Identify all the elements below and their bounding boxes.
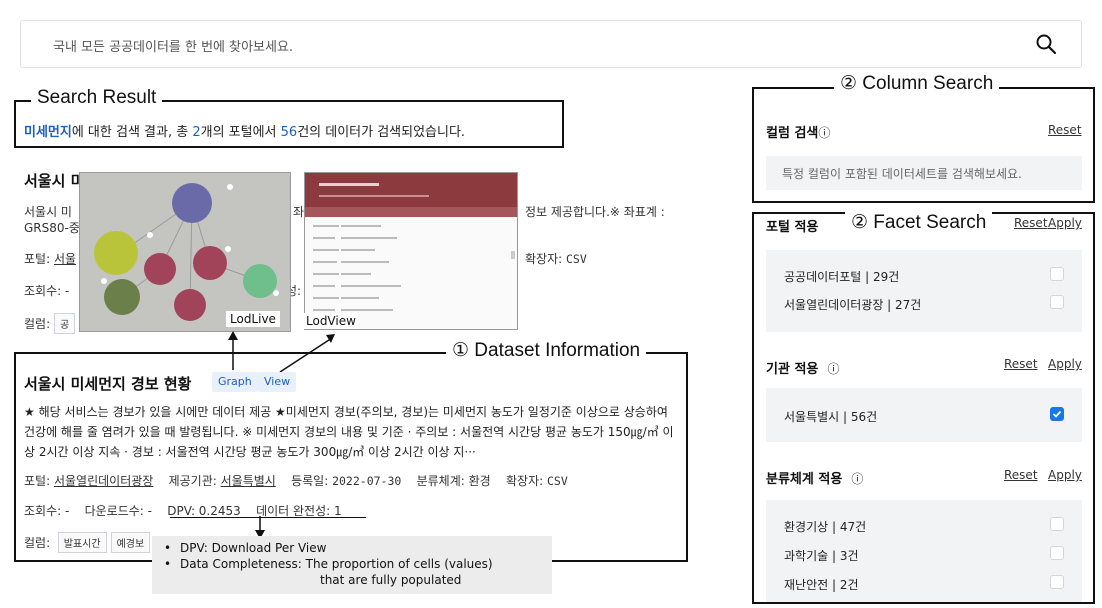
lodview-screenshot xyxy=(304,172,518,330)
dataset-description: 정보 제공합니다.※ 좌표계 : xyxy=(525,205,665,219)
tooltip-completeness-text: that are fully populated xyxy=(320,573,462,587)
facet-option[interactable]: 재난안전 | 2건 xyxy=(784,576,859,593)
facet-option[interactable]: 과학기술 | 3건 xyxy=(784,547,859,564)
category-facet-title-text: 분류체계 적용 xyxy=(766,472,843,487)
portal-facet-title: 포털 적용 xyxy=(766,220,819,235)
search-result-annotation-label: Search Result xyxy=(31,87,163,109)
portal-label: 포털: xyxy=(24,474,54,488)
facet-option[interactable]: 서울특별시 | 56건 xyxy=(784,408,877,425)
category-facet-title: 분류체계 적용 ⓘ xyxy=(766,468,863,487)
column-search-annotation-label: ② Column Search xyxy=(834,73,1000,95)
dataset-columns: 컬럼: 공 xyxy=(24,313,79,334)
facet-checkbox[interactable] xyxy=(1050,295,1064,309)
search-bar[interactable]: 국내 모든 공공데이터를 한 번에 찾아보세요. xyxy=(20,20,1082,68)
lodlive-screenshot xyxy=(79,172,291,332)
date-value: 2022-07-30 xyxy=(332,474,402,488)
lodlive-graph-image xyxy=(94,183,279,321)
graph-tag-button[interactable]: Graph xyxy=(212,372,258,392)
check-icon xyxy=(1052,410,1062,418)
dataset-portal: 포털: 서울 xyxy=(24,250,76,267)
org-facet-title-text: 기관 적용 xyxy=(766,362,819,377)
column-search-title-text: 컬럼 검색 xyxy=(766,126,819,141)
search-input[interactable]: 국내 모든 공공데이터를 한 번에 찾아보세요. xyxy=(53,36,293,55)
lodlive-label: LodLive xyxy=(226,311,280,327)
ext-label: 확장자: xyxy=(505,474,547,488)
category-value: 환경 xyxy=(468,474,491,488)
dataset-meta: 포털: 서울열린데이터광장 제공기관: 서울특별시 등록일: 2022-07-3… xyxy=(24,472,568,489)
result-text: 건의 데이터가 검색되었습니다. xyxy=(297,125,466,140)
facet-option[interactable]: 공공데이터포털 | 29건 xyxy=(784,268,899,285)
completeness-value: 데이터 완전성: 1 xyxy=(256,504,342,518)
facet-checkbox[interactable] xyxy=(1050,575,1064,589)
columns-label: 컬럼: xyxy=(24,317,51,331)
org-facet-title: 기관 적용 ⓘ xyxy=(766,358,839,377)
tooltip-completeness: Data Completeness: The proportion of cel… xyxy=(164,556,552,588)
facet-option[interactable]: 환경기상 | 47건 xyxy=(784,518,866,535)
portal-link[interactable]: 서울열린데이터광장 xyxy=(54,474,153,488)
date-label: 등록일: xyxy=(291,474,333,488)
lodview-table-image xyxy=(313,183,515,311)
stats-underline xyxy=(170,517,366,518)
info-icon[interactable]: ⓘ xyxy=(818,126,830,140)
category-reset-button[interactable]: Reset xyxy=(1004,468,1038,482)
dataset-description: 서울시 미 xyxy=(24,205,72,219)
portal-count: 2 xyxy=(192,125,201,140)
column-chip[interactable]: 발표시간 xyxy=(57,532,107,553)
dataset-description: 좌 xyxy=(293,205,305,219)
portal-reset-button[interactable]: Reset xyxy=(1014,216,1048,230)
org-link[interactable]: 서울특별시 xyxy=(221,474,276,488)
info-icon[interactable]: ⓘ xyxy=(827,362,839,376)
facet-checkbox[interactable] xyxy=(1050,517,1064,531)
data-count: 56 xyxy=(280,125,298,140)
result-summary: 미세먼지에 대한 검색 결과, 총 2개의 포털에서 56건의 데이터가 검색되… xyxy=(24,121,465,140)
search-icon[interactable] xyxy=(1035,33,1057,55)
dataset-extension: 확장자: CSV xyxy=(525,250,587,267)
dataset-description: GRS80-중 xyxy=(24,221,80,235)
org-label: 제공기관: xyxy=(168,474,221,488)
ext-label: 확장자: xyxy=(525,252,566,266)
column-search-placeholder: 특정 컬럼이 포함된 데이터세트를 검색해보세요. xyxy=(782,167,1022,181)
org-reset-button[interactable]: Reset xyxy=(1004,357,1038,371)
dataset-description: ★ 해당 서비스는 경보가 있을 시에만 데이터 제공 ★미세먼지 경보(주의보… xyxy=(24,402,704,462)
download-count: 다운로드수: - xyxy=(84,504,152,518)
facet-checkbox[interactable] xyxy=(1050,546,1064,560)
view-tag-button[interactable]: View xyxy=(258,372,297,392)
dataset-title[interactable]: 서울시 미 xyxy=(24,170,84,191)
facet-option[interactable]: 서울열린데이터광장 | 27건 xyxy=(784,296,921,313)
view-count: 조회수: - xyxy=(24,504,70,518)
ext-value: CSV xyxy=(565,252,587,266)
description-line: 건강에 해를 줄 염려가 있을 때 발령됩니다. ※ 미세먼지 경보의 내용 및… xyxy=(24,425,674,439)
facet-checkbox-checked[interactable] xyxy=(1050,407,1064,421)
dataset-columns: 컬럼: 발표시간 예경보 xyxy=(24,532,154,553)
portal-facet-list xyxy=(766,250,1082,332)
portal-link[interactable]: 서울 xyxy=(54,252,76,266)
tooltip-completeness-text: Data Completeness: The proportion of cel… xyxy=(180,557,493,571)
portal-apply-button[interactable]: Apply xyxy=(1048,216,1082,230)
tooltip-dpv: DPV: Download Per View xyxy=(164,540,552,556)
column-chip[interactable]: 예경보 xyxy=(110,532,151,553)
category-label: 분류체계: xyxy=(416,474,469,488)
portal-label: 포털: xyxy=(24,252,54,266)
column-reset-button[interactable]: Reset xyxy=(1048,123,1082,137)
dataset-title[interactable]: 서울시 미세먼지 경보 현황 xyxy=(24,373,191,394)
metric-tooltip: DPV: Download Per View Data Completeness… xyxy=(152,536,552,594)
org-apply-button[interactable]: Apply xyxy=(1048,357,1082,371)
lodview-label: LodView xyxy=(302,313,360,329)
description-line: 상 2시간 이상 지속 · 경보 : 서울전역 시간당 평균 농도가 300㎍/… xyxy=(24,445,476,459)
facet-search-annotation-label: ② Facet Search xyxy=(845,212,993,234)
ext-value: CSV xyxy=(546,474,568,488)
result-text: 에 대한 검색 결과, 총 xyxy=(71,125,193,140)
column-search-title: 컬럼 검색ⓘ xyxy=(766,122,830,141)
info-icon[interactable]: ⓘ xyxy=(851,472,863,486)
dpv-value: DPV: 0.2453 xyxy=(167,504,241,518)
result-text: 개의 포털에서 xyxy=(200,125,281,140)
dataset-information-annotation-label: ① Dataset Information xyxy=(446,340,647,362)
column-chip[interactable]: 공 xyxy=(53,313,76,334)
dataset-views: 조회수: - xyxy=(24,284,70,298)
facet-checkbox[interactable] xyxy=(1050,267,1064,281)
category-apply-button[interactable]: Apply xyxy=(1048,468,1082,482)
result-keyword: 미세먼지 xyxy=(24,125,72,140)
columns-label: 컬럼: xyxy=(24,536,51,550)
description-line: ★ 해당 서비스는 경보가 있을 시에만 데이터 제공 ★미세먼지 경보(주의보… xyxy=(24,405,668,419)
